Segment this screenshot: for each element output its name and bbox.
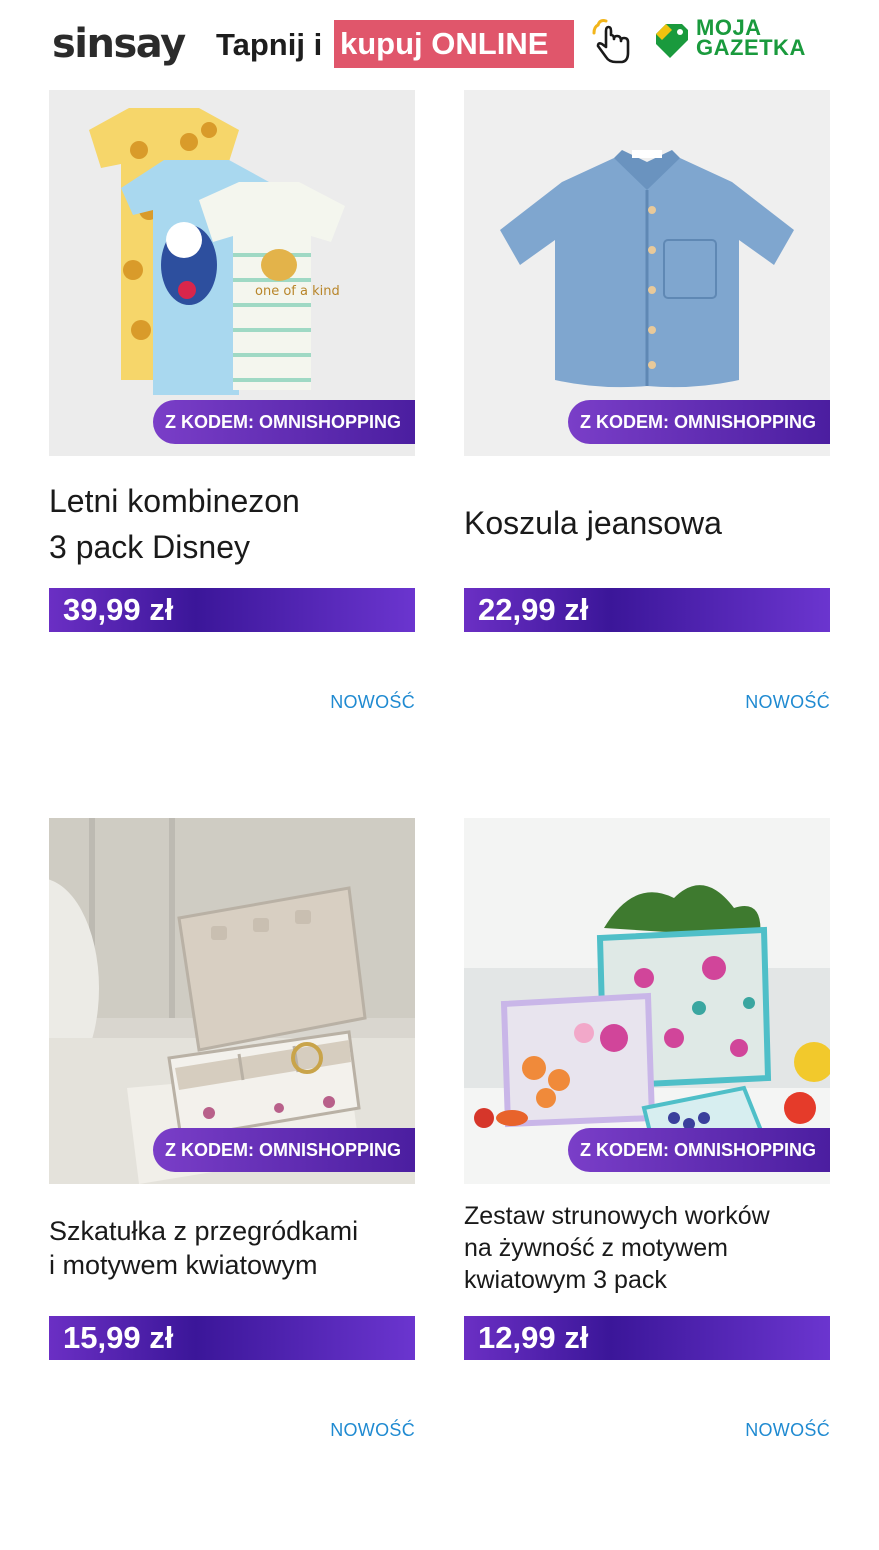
- price-label: 22,99 zł: [478, 592, 589, 627]
- new-tag: NOWOŚĆ: [330, 692, 415, 712]
- moja-gazetka-text: MOJA GAZETKA: [696, 17, 806, 60]
- price-label: 12,99 zł: [478, 1320, 589, 1355]
- product-image[interactable]: Z KODEM: OMNISHOPPING: [49, 818, 415, 1184]
- product-title[interactable]: Zestaw strunowych worków na żywność z mo…: [464, 1200, 830, 1296]
- product-title[interactable]: Koszula jeansowa: [464, 500, 830, 546]
- new-tag: NOWOŚĆ: [745, 1420, 830, 1440]
- promo-code-badge: Z KODEM: OMNISHOPPING: [152, 1128, 415, 1172]
- title-line: Szkatułka z przegródkami: [49, 1216, 359, 1246]
- promo-code-badge: Z KODEM: OMNISHOPPING: [567, 400, 830, 444]
- shop-online-button[interactable]: kupuj ONLINE: [334, 20, 574, 68]
- shop-online-label: kupuj ONLINE: [340, 26, 549, 61]
- product-title[interactable]: Letni kombinezon 3 pack Disney: [49, 478, 415, 570]
- tag-icon: [656, 24, 688, 58]
- title-line: 3 pack Disney: [49, 529, 250, 565]
- price-bar: 15,99 zł: [49, 1316, 415, 1360]
- title-line: kwiatowym 3 pack: [464, 1266, 667, 1294]
- new-tag: NOWOŚĆ: [330, 1420, 415, 1440]
- product-image[interactable]: one of a kind Z KODEM: OMNISHOPPING: [49, 90, 415, 456]
- new-tag: NOWOŚĆ: [745, 692, 830, 712]
- price-label: 15,99 zł: [63, 1320, 174, 1355]
- tap-text: Tapnij i: [216, 27, 323, 62]
- title-line: i motywem kwiatowym: [49, 1250, 318, 1280]
- price-bar: 39,99 zł: [49, 588, 415, 632]
- price-bar: 12,99 zł: [464, 1316, 830, 1360]
- header-bar: sinsay Tapnij i kupuj ONLINE MOJA GAZETK…: [0, 0, 879, 90]
- title-line: Zestaw strunowych worków: [464, 1202, 770, 1230]
- product-image[interactable]: Z KODEM: OMNISHOPPING: [464, 90, 830, 456]
- title-line: na żywność z motywem: [464, 1234, 728, 1262]
- price-bar: 22,99 zł: [464, 588, 830, 632]
- product-title[interactable]: Szkatułka z przegródkami i motywem kwiat…: [49, 1214, 415, 1282]
- promo-code-badge: Z KODEM: OMNISHOPPING: [567, 1128, 830, 1172]
- promo-code-badge: Z KODEM: OMNISHOPPING: [152, 400, 415, 444]
- partner-line2: GAZETKA: [696, 35, 806, 60]
- sinsay-logo[interactable]: sinsay: [52, 22, 186, 66]
- svg-text:one of a kind: one of a kind: [255, 284, 340, 299]
- moja-gazetka-logo[interactable]: MOJA GAZETKA: [652, 17, 832, 62]
- product-image[interactable]: Z KODEM: OMNISHOPPING: [464, 818, 830, 1184]
- hand-pointer-icon: [592, 19, 630, 64]
- title-line: Koszula jeansowa: [464, 505, 722, 541]
- title-line: Letni kombinezon: [49, 483, 300, 519]
- price-label: 39,99 zł: [63, 592, 174, 627]
